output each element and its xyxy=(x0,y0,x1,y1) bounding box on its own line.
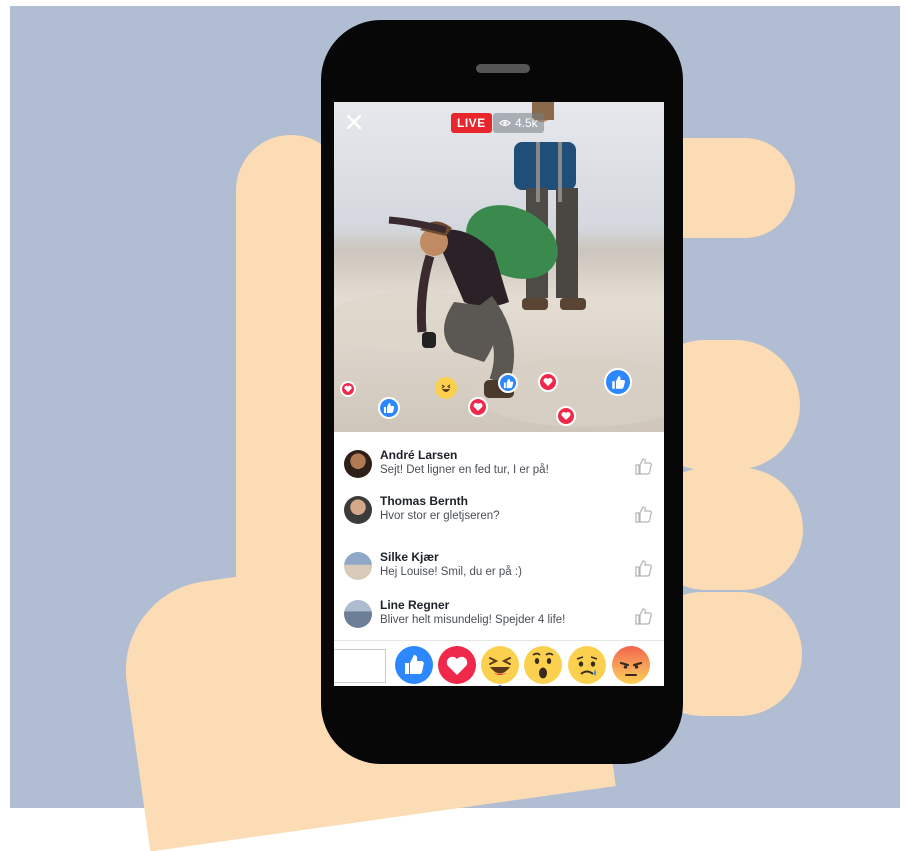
laughing-face-icon xyxy=(441,384,451,392)
thumbs-up-icon[interactable] xyxy=(634,504,654,524)
floating-love-reaction xyxy=(340,381,356,397)
avatar xyxy=(344,552,372,580)
phone-screen: LIVE 4.5k André Larsen Sejt! Det ligner … xyxy=(334,102,664,686)
heart-icon xyxy=(561,412,571,420)
sad-face-icon xyxy=(576,656,598,676)
thumbs-up-icon[interactable] xyxy=(634,558,654,578)
wow-reaction-button[interactable] xyxy=(524,646,562,684)
avatar xyxy=(344,600,372,628)
heart-icon xyxy=(344,385,352,393)
heart-icon xyxy=(543,378,553,386)
heart-icon xyxy=(473,403,483,411)
thumbs-up-icon xyxy=(503,378,513,388)
selected-reaction-dot xyxy=(498,685,502,686)
sad-reaction-button[interactable] xyxy=(568,646,606,684)
floating-haha-reaction xyxy=(435,377,457,399)
floating-like-reaction xyxy=(378,397,400,419)
thumbs-up-icon[interactable] xyxy=(634,606,654,626)
thumbs-up-icon xyxy=(384,403,395,413)
love-reaction-button[interactable] xyxy=(438,646,476,684)
floating-like-reaction xyxy=(498,373,518,393)
comment-text: Bliver helt misundelig! Spejder 4 life! xyxy=(380,614,566,626)
reaction-bar xyxy=(334,640,664,686)
floating-like-reaction xyxy=(604,368,632,396)
angry-reaction-button[interactable] xyxy=(612,646,650,684)
close-button[interactable] xyxy=(346,114,362,134)
like-reaction-button[interactable] xyxy=(395,646,433,684)
phone-speaker xyxy=(476,64,530,73)
haha-reaction-button[interactable] xyxy=(481,646,519,684)
floating-love-reaction xyxy=(556,406,576,426)
comment-item: André Larsen Sejt! Det ligner en fed tur… xyxy=(334,446,664,486)
heart-icon xyxy=(446,656,468,675)
viewer-count-badge: 4.5k xyxy=(493,113,544,133)
comment-author: André Larsen xyxy=(380,448,458,462)
eye-icon xyxy=(499,119,511,127)
comment-author: Thomas Bernth xyxy=(380,494,469,508)
comment-input[interactable] xyxy=(334,649,386,683)
thumbs-up-icon xyxy=(405,655,424,674)
comment-item: Silke Kjær Hej Louise! Smil, du er på :) xyxy=(334,548,664,588)
avatar xyxy=(344,450,372,478)
comment-item: Thomas Bernth Hvor stor er gletjseren? xyxy=(334,492,664,532)
floating-love-reaction xyxy=(468,397,488,417)
floating-love-reaction xyxy=(538,372,558,392)
comment-author: Silke Kjær xyxy=(380,550,439,564)
laughing-face-icon xyxy=(489,657,511,675)
live-video[interactable]: LIVE 4.5k xyxy=(334,102,664,432)
thumbs-up-icon[interactable] xyxy=(634,456,654,476)
comment-author: Line Regner xyxy=(380,598,450,612)
comment-text: Hej Louise! Smil, du er på :) xyxy=(380,566,522,578)
comment-item: Line Regner Bliver helt misundelig! Spej… xyxy=(334,596,664,636)
close-icon xyxy=(346,114,362,130)
live-badge: LIVE xyxy=(451,113,492,133)
surprised-face-icon xyxy=(532,652,554,679)
viewer-count: 4.5k xyxy=(515,116,538,130)
avatar xyxy=(344,496,372,524)
thumbs-up-icon xyxy=(611,375,625,389)
comment-text: Sejt! Det ligner en fed tur, I er på! xyxy=(380,464,549,476)
comment-text: Hvor stor er gletjseren? xyxy=(380,510,500,522)
angry-face-icon xyxy=(619,661,643,676)
